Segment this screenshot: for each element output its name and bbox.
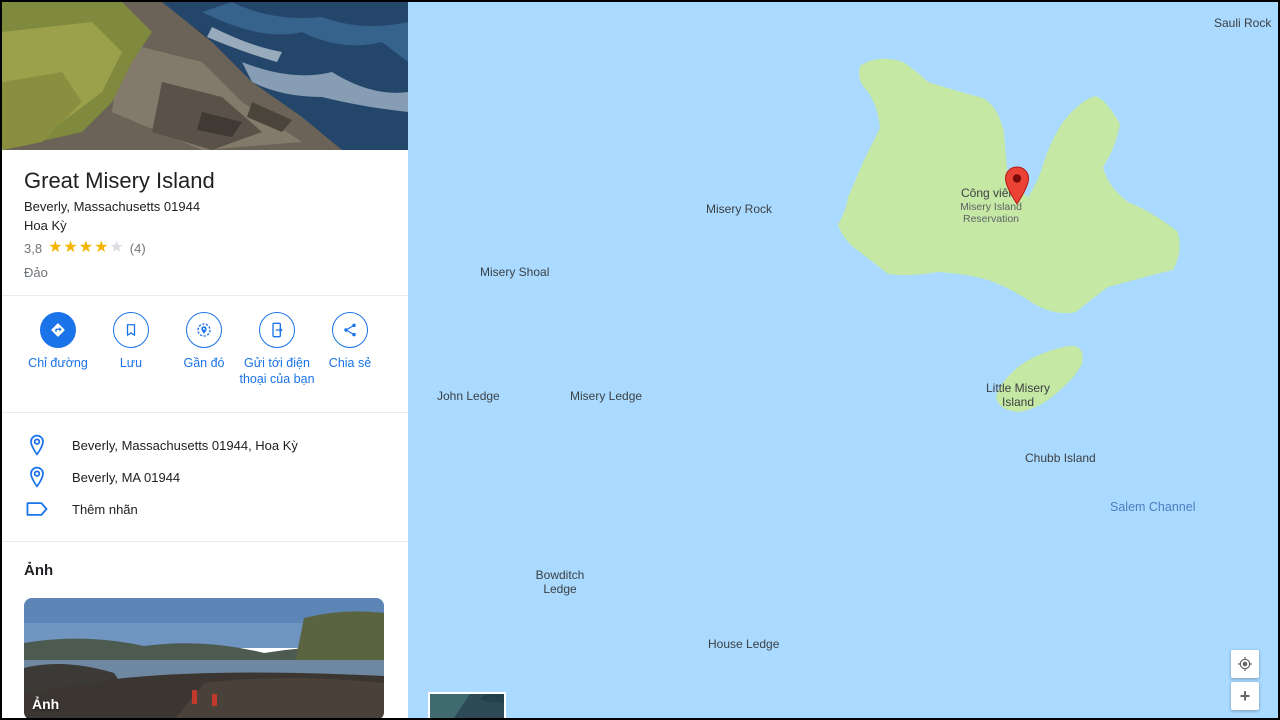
map-land-layer [838, 58, 1180, 412]
review-count-link[interactable]: (4) [130, 241, 146, 256]
divider [2, 541, 408, 542]
add-label-row[interactable]: Thêm nhãn [24, 497, 138, 521]
map-label-bowditch-line2: Ledge [543, 582, 577, 596]
send-to-phone-button[interactable]: Gửi tới điện thoại của bạn [237, 312, 317, 387]
map-label-misery-shoal[interactable]: Misery Shoal [480, 265, 549, 279]
map-label-misery-ledge[interactable]: Misery Ledge [570, 389, 642, 403]
nearby-icon [186, 312, 222, 348]
plus-icon: + [1239, 686, 1251, 706]
location-pin-icon [24, 466, 50, 488]
satellite-thumbnail [430, 694, 504, 718]
map-label-john-ledge[interactable]: John Ledge [437, 389, 500, 403]
map-label-little-misery-line2: Island [1001, 395, 1035, 409]
save-label: Lưu [119, 356, 143, 370]
photo-card[interactable]: Ảnh [24, 598, 384, 718]
hero-photo-image [2, 2, 408, 150]
my-location-icon [1238, 657, 1252, 671]
photo-card-image [24, 598, 384, 718]
rating-row[interactable]: 3,8 ★ ★ ★ ★ ★ (4) [24, 240, 146, 256]
nearby-button[interactable]: Gần đó [164, 312, 244, 371]
rating-value: 3,8 [24, 240, 43, 256]
location-pin-icon [24, 434, 50, 456]
place-details-panel: Great Misery Island Beverly, Massachuset… [2, 2, 408, 718]
directions-button[interactable]: Chỉ đường [18, 312, 98, 371]
layers-satellite-toggle[interactable] [428, 692, 506, 718]
info-row-address[interactable]: Beverly, Massachusetts 01944, Hoa Kỳ [24, 433, 298, 457]
map-label-bowditch-line1: Bowditch [535, 568, 585, 582]
map-label-little-misery-island[interactable]: Little Misery Island [978, 381, 1058, 409]
star-empty-icon: ★ [109, 239, 124, 256]
action-buttons-row: Chỉ đường Lưu Gần đó Gửi tới điện thoại … [2, 312, 408, 412]
info-address-text: Beverly, Massachusetts 01944, Hoa Kỳ [72, 437, 298, 453]
place-address-line2: Hoa Kỳ [24, 218, 67, 233]
star-full-icon: ★ [63, 239, 78, 256]
send-to-phone-icon [259, 312, 295, 348]
map-label-reservation-line2: Reservation [962, 213, 1020, 225]
label-icon [24, 501, 50, 517]
share-button[interactable]: Chia sẻ [310, 312, 390, 371]
photos-heading: Ảnh [24, 562, 54, 579]
nearby-label: Gần đó [183, 356, 225, 370]
map-label-salem-channel[interactable]: Salem Channel [1110, 500, 1195, 514]
divider [2, 412, 408, 413]
directions-icon [40, 312, 76, 348]
rating-stars: ★ ★ ★ ★ ★ [48, 240, 124, 256]
photo-card-label: Ảnh [32, 696, 60, 712]
map-label-chubb-island[interactable]: Chubb Island [1025, 451, 1096, 465]
place-title: Great Misery Island [24, 168, 215, 193]
directions-label: Chỉ đường [28, 356, 88, 370]
map-label-bowditch-ledge[interactable]: Bowditch Ledge [526, 568, 594, 596]
star-full-icon: ★ [48, 239, 63, 256]
share-label: Chia sẻ [328, 356, 372, 370]
my-location-button[interactable] [1231, 650, 1259, 678]
map-label-sauli-rock[interactable]: Sauli Rock [1214, 16, 1271, 30]
info-locality-text: Beverly, MA 01944 [72, 469, 181, 485]
send-to-phone-label: Gửi tới điện thoại của bạn [239, 356, 315, 386]
map-label-little-misery-line1: Little Misery [985, 381, 1050, 395]
share-icon [332, 312, 368, 348]
place-address-line1: Beverly, Massachusetts 01944 [24, 199, 201, 214]
info-row-plus-code[interactable]: Beverly, MA 01944 [24, 465, 180, 489]
map-label-misery-rock[interactable]: Misery Rock [706, 202, 772, 216]
bookmark-icon [113, 312, 149, 348]
divider [2, 295, 408, 296]
place-category[interactable]: Đảo [24, 265, 48, 280]
zoom-in-button[interactable]: + [1231, 682, 1259, 710]
map-canvas[interactable]: Sauli Rock Misery Rock Misery Shoal John… [408, 2, 1278, 718]
hero-photo[interactable] [2, 2, 408, 150]
star-full-icon: ★ [94, 239, 109, 256]
add-label-text: Thêm nhãn [72, 501, 138, 517]
place-marker-icon[interactable] [1004, 166, 1030, 206]
save-button[interactable]: Lưu [91, 312, 171, 371]
map-label-house-ledge[interactable]: House Ledge [708, 637, 779, 651]
star-full-icon: ★ [78, 239, 94, 256]
